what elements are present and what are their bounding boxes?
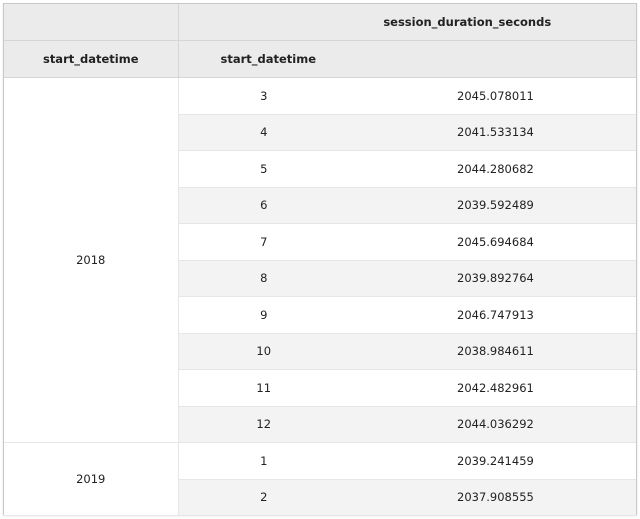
table-row: 2018 3 2045.078011: [4, 77, 636, 443]
header-corner-cell: [4, 4, 179, 41]
header-row-columns: session_duration_seconds: [4, 4, 636, 41]
row-sub-index: 12: [178, 406, 349, 443]
dataframe-container: session_duration_seconds start_datetime …: [3, 3, 637, 516]
row-sub-index: 7: [178, 223, 349, 261]
row-sub-index: 3: [178, 77, 349, 115]
row-value-cell: 2038.984611: [349, 333, 636, 370]
row-value-cell: 2046.747913: [349, 296, 636, 334]
row-value-cell: 2037.908555: [349, 479, 636, 516]
row-sub-index: 2: [178, 479, 349, 516]
row-value-cell: 2045.694684: [349, 223, 636, 261]
row-value-cell: 2042.482961: [349, 369, 636, 407]
row-value-cell: 2039.892764: [349, 260, 636, 297]
index-name-level1: start_datetime: [178, 40, 349, 78]
table-row: 2019 1 2039.241459: [4, 442, 636, 516]
header-row-index-names: start_datetime start_datetime: [4, 40, 636, 78]
index-name-level0: start_datetime: [4, 40, 179, 78]
dataframe-table: session_duration_seconds start_datetime …: [4, 4, 636, 516]
row-sub-index: 9: [178, 296, 349, 334]
row-value-cell: 2041.533134: [349, 114, 636, 151]
row-value-cell: 2039.592489: [349, 187, 636, 224]
row-sub-index: 6: [178, 187, 349, 224]
table-header: session_duration_seconds start_datetime …: [4, 4, 636, 78]
row-group-label: 2019: [4, 442, 179, 516]
row-value-cell: 2039.241459: [349, 442, 636, 480]
row-value-cell: 2045.078011: [349, 77, 636, 115]
row-sub-index: 4: [178, 114, 349, 151]
row-sub-index: 10: [178, 333, 349, 370]
row-value-cell: 2044.036292: [349, 406, 636, 443]
row-sub-index: 8: [178, 260, 349, 297]
row-sub-index: 11: [178, 369, 349, 407]
header-value-blank: [349, 40, 636, 78]
row-sub-index: 5: [178, 150, 349, 188]
row-value-cell: 2044.280682: [349, 150, 636, 188]
table-body: 2018 3 2045.078011 4 2041.533134 5 2044.280682…: [4, 77, 636, 516]
row-group-label: 2018: [4, 77, 179, 443]
row-sub-index: 1: [178, 442, 349, 480]
column-header-session-duration: session_duration_seconds: [178, 4, 636, 41]
